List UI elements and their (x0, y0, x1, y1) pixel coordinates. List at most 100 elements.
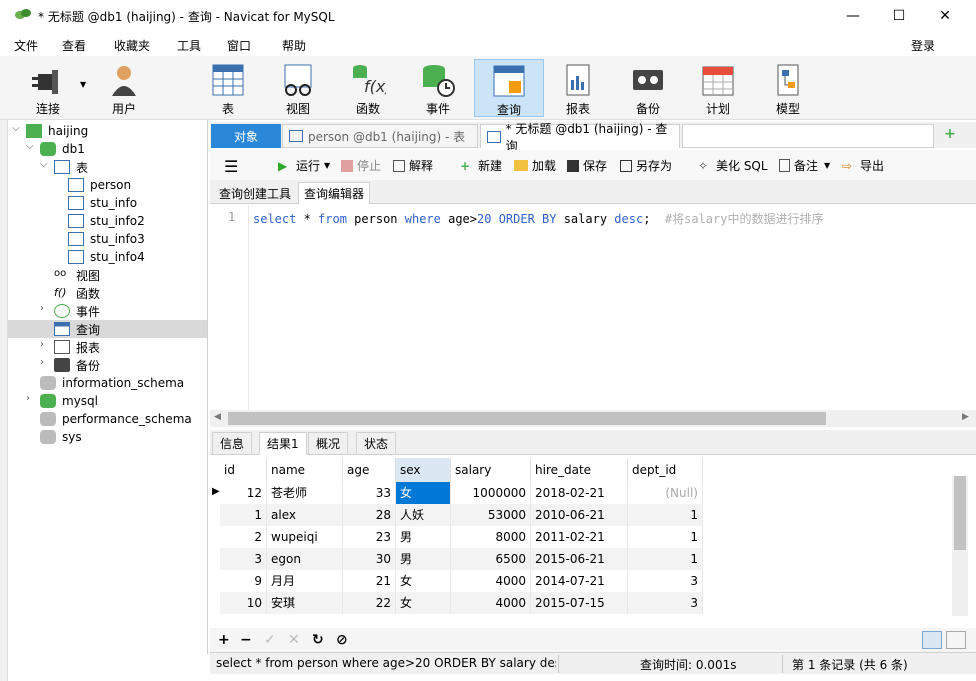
chevron-right-icon[interactable]: › (26, 393, 30, 404)
new-query-button[interactable]: + 新建 (460, 157, 502, 174)
tab-objects[interactable]: 对象 (211, 124, 281, 148)
cell-salary[interactable]: 4000 (451, 570, 531, 592)
column-header-hire-date[interactable]: hire_date (531, 458, 628, 482)
cell-age[interactable]: 21 (343, 570, 396, 592)
view-button[interactable]: 视图 (264, 59, 332, 117)
sql-code[interactable]: select * from person where age>20 ORDER … (253, 210, 823, 227)
stop-icon[interactable]: ⊘ (336, 632, 348, 648)
stop-button[interactable]: 停止 (341, 157, 381, 174)
cell-id[interactable]: 9 (220, 570, 267, 592)
delete-record-icon[interactable]: − (240, 632, 252, 648)
close-button[interactable]: ✕ (922, 0, 968, 32)
scroll-right-icon[interactable]: ▶ (962, 412, 969, 422)
tree-table-stu-info[interactable]: stu_info (68, 194, 137, 212)
cell-id[interactable]: 12 (220, 482, 267, 504)
tab-query-editor[interactable]: 查询编辑器 (298, 182, 371, 204)
tree-db-performance-schema[interactable]: performance_schema (40, 410, 192, 428)
form-view-icon[interactable] (946, 631, 966, 649)
cell-dept-id[interactable]: 1 (628, 548, 703, 570)
tree-table-stu-info3[interactable]: stu_info3 (68, 230, 145, 248)
function-button[interactable]: f(x) 函数 (334, 59, 402, 117)
table-button[interactable]: 表 (194, 59, 262, 117)
tree-reports[interactable]: 报表 (54, 338, 100, 356)
tree-functions[interactable]: f() 函数 (54, 284, 100, 302)
table-row[interactable]: 12 苍老师 33 女 1000000 2018-02-21 (Null) (220, 482, 703, 504)
tree-db1[interactable]: db1 (40, 140, 85, 158)
add-record-icon[interactable]: + (218, 632, 230, 648)
sql-editor[interactable] (210, 205, 976, 410)
minimize-button[interactable]: — (830, 0, 876, 32)
tab-query[interactable]: * 无标题 @db1 (haijing) - 查询 (480, 122, 680, 153)
cell-id[interactable]: 3 (220, 548, 267, 570)
menu-favorites[interactable]: 收藏夹 (114, 37, 150, 54)
grid-scroll-thumb[interactable] (954, 476, 966, 550)
cell-salary[interactable]: 8000 (451, 526, 531, 548)
maximize-button[interactable]: ☐ (876, 0, 922, 32)
cell-sex[interactable]: 男 (396, 548, 451, 570)
cell-dept-id[interactable]: 3 (628, 592, 703, 614)
column-header-age[interactable]: age (343, 458, 396, 482)
beautify-sql-button[interactable]: ✧ 美化 SQL (698, 157, 768, 174)
tree-table-person[interactable]: person (68, 176, 131, 194)
cell-salary[interactable]: 1000000 (451, 482, 531, 504)
user-button[interactable]: 用户 (90, 59, 158, 117)
column-header-salary[interactable]: salary (451, 458, 531, 482)
tree-connection[interactable]: haijing (26, 122, 88, 140)
cell-sex[interactable]: 人妖 (396, 504, 451, 526)
cell-hire-date[interactable]: 2015-07-15 (531, 592, 628, 614)
cell-hire-date[interactable]: 2015-06-21 (531, 548, 628, 570)
cell-dept-id[interactable]: (Null) (628, 482, 703, 504)
tree-events[interactable]: 事件 (54, 302, 100, 320)
cell-id[interactable]: 10 (220, 592, 267, 614)
cell-age[interactable]: 33 (343, 482, 396, 504)
cell-sex[interactable]: 女 (396, 592, 451, 614)
cell-dept-id[interactable]: 1 (628, 504, 703, 526)
query-button[interactable]: 查询 (474, 59, 544, 117)
discard-changes-icon[interactable]: ✕ (288, 632, 300, 648)
tree-db-information-schema[interactable]: information_schema (40, 374, 184, 392)
tree-backups[interactable]: 备份 (54, 356, 100, 374)
tree-tables[interactable]: 表 (54, 158, 88, 176)
connect-button[interactable]: 连接 (14, 59, 82, 117)
report-button[interactable]: 报表 (544, 59, 612, 117)
chevron-right-icon[interactable]: › (40, 339, 44, 350)
menu-help[interactable]: 帮助 (282, 37, 306, 54)
refresh-icon[interactable]: ↻ (312, 632, 324, 648)
navigation-tree[interactable]: ⌵ haijing ⌵ db1 ⌵ 表 person stu_info stu_… (8, 120, 208, 654)
tree-queries[interactable]: 查询 (8, 320, 207, 338)
column-header-name[interactable]: name (267, 458, 343, 482)
cell-sex[interactable]: 男 (396, 526, 451, 548)
new-tab-icon[interactable]: + (940, 126, 960, 144)
cell-id[interactable]: 1 (220, 504, 267, 526)
tree-db-sys[interactable]: sys (40, 428, 82, 446)
apply-changes-icon[interactable]: ✓ (264, 632, 276, 648)
chevron-right-icon[interactable]: › (40, 357, 44, 368)
table-row[interactable]: 10 安琪 22 女 4000 2015-07-15 3 (220, 592, 703, 614)
cell-id[interactable]: 2 (220, 526, 267, 548)
menu-window[interactable]: 窗口 (227, 37, 251, 54)
menu-tools[interactable]: 工具 (177, 37, 201, 54)
login-link[interactable]: 登录 (911, 37, 935, 54)
cell-name[interactable]: 苍老师 (267, 482, 343, 504)
cell-dept-id[interactable]: 1 (628, 526, 703, 548)
tree-table-stu-info4[interactable]: stu_info4 (68, 248, 145, 266)
cell-age[interactable]: 30 (343, 548, 396, 570)
chevron-down-icon[interactable]: ⌵ (26, 141, 34, 152)
column-header-dept-id[interactable]: dept_id (628, 458, 703, 482)
tab-status[interactable]: 状态 (356, 432, 397, 455)
comment-button[interactable]: 备注 ▼ (779, 157, 830, 174)
cell-name[interactable]: egon (267, 548, 343, 570)
menu-view[interactable]: 查看 (62, 37, 86, 54)
table-row[interactable]: 9 月月 21 女 4000 2014-07-21 3 (220, 570, 703, 592)
editor-scroll-thumb[interactable] (228, 412, 826, 425)
chevron-right-icon[interactable]: › (40, 303, 44, 314)
cell-salary[interactable]: 53000 (451, 504, 531, 526)
cell-sex[interactable]: 女 (396, 570, 451, 592)
run-dropdown-icon[interactable]: ▼ (324, 161, 330, 170)
chevron-down-icon[interactable]: ⌵ (40, 159, 48, 170)
cell-salary[interactable]: 6500 (451, 548, 531, 570)
explain-button[interactable]: 解释 (393, 157, 433, 174)
save-as-button[interactable]: 另存为 (620, 157, 672, 174)
load-button[interactable]: 加载 (514, 157, 556, 174)
tab-query-builder[interactable]: 查询创建工具 (214, 182, 296, 204)
